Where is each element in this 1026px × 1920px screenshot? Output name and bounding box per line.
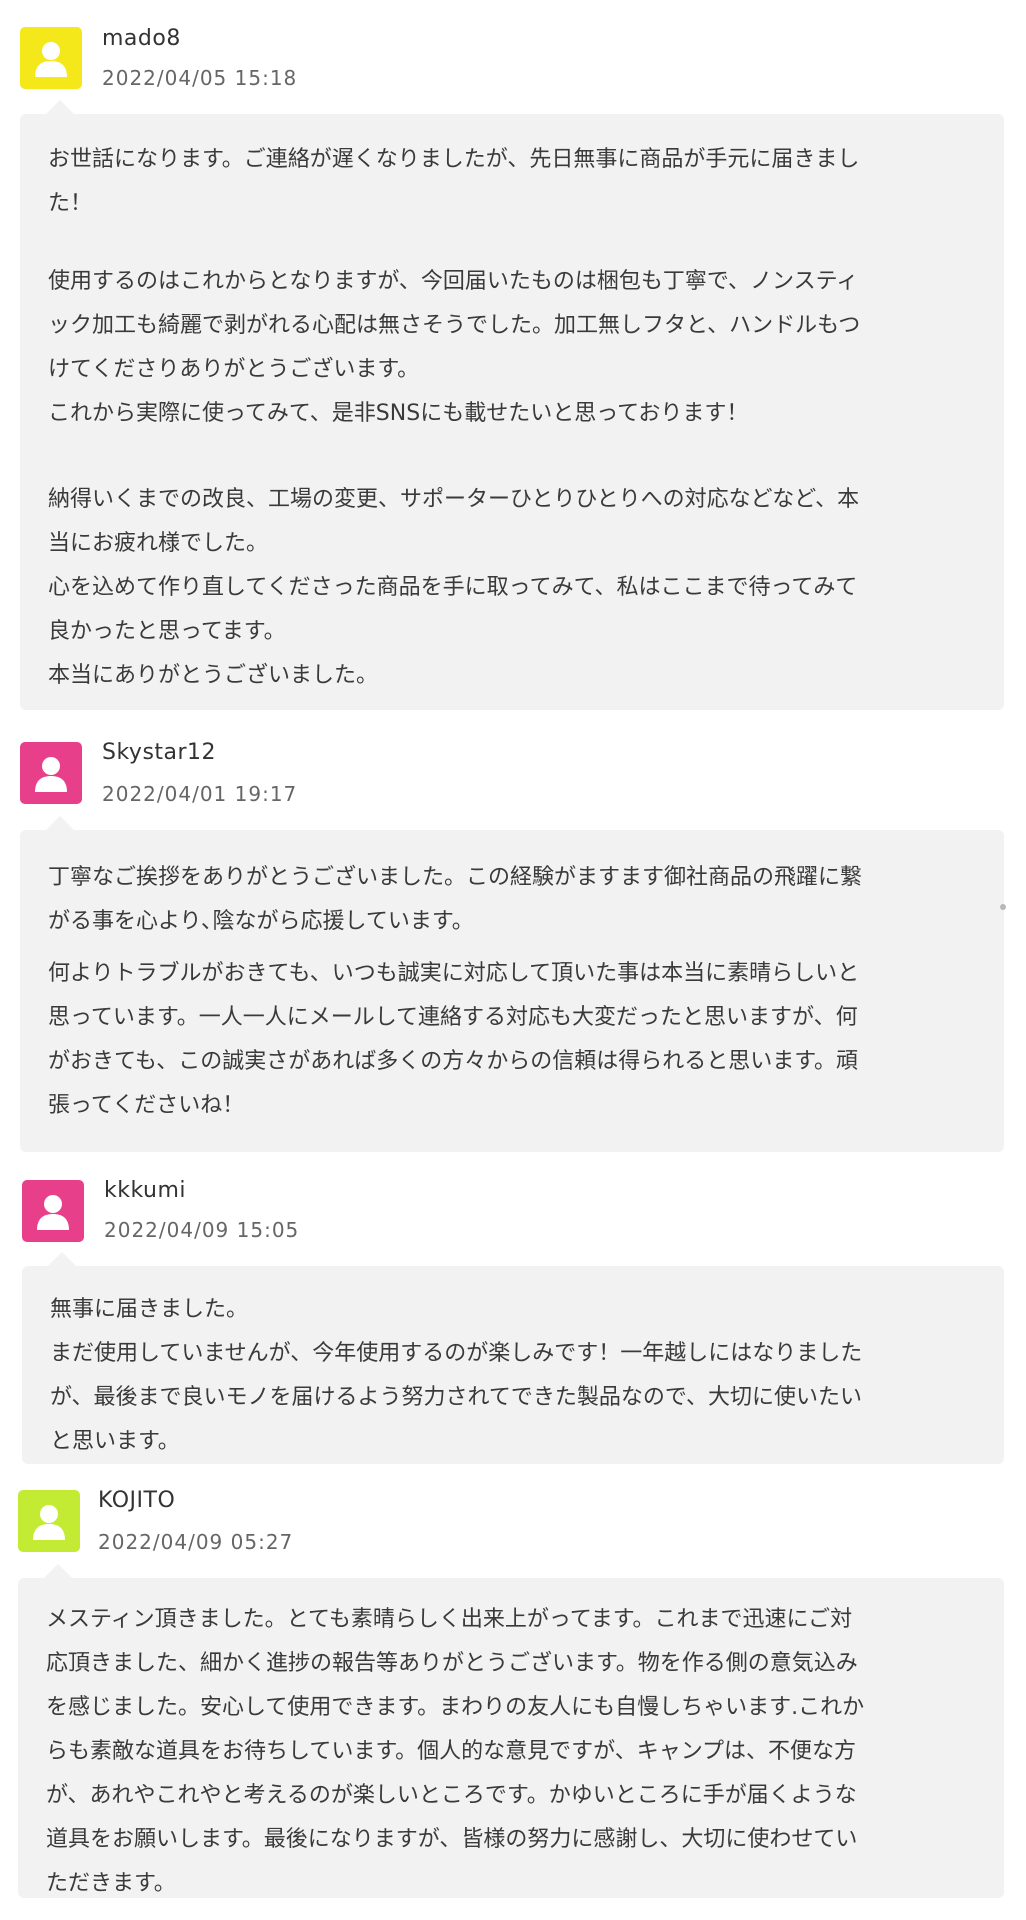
user-silhouette-icon — [22, 1180, 84, 1242]
text-line: メスティン頂きました。とても素晴らしく出来上がってます。これまで迅速にご対 — [46, 1607, 853, 1632]
comment-paragraph: お世話になります。ご連絡が遅くなりましたが、先日無事に商品が手元に届きまし た！ — [48, 138, 859, 226]
comment-date: 2022/04/09 05:27 — [98, 1530, 294, 1554]
text-line: 使用するのはこれからとなりますが、今回届いたものは梱包も丁寧で、ノンスティ — [48, 269, 859, 294]
user-avatar-icon[interactable] — [20, 742, 82, 804]
user-silhouette-icon — [20, 742, 82, 804]
text-line: 丁寧なご挨拶をありがとうございました。この経験がますます御社商品の飛躍に繋 — [48, 865, 863, 890]
text-line: た！ — [48, 191, 93, 216]
text-line: がおきても、この誠実さがあれば多くの方々からの信頼は得られると思います。頑 — [48, 1049, 859, 1074]
text-line: 張ってくださいね！ — [48, 1093, 245, 1118]
text-line: 本当にありがとうございました。 — [48, 663, 379, 688]
comment-paragraph: 納得いくまでの改良、工場の変更、サポーターひとりひとりへの対応などなど、本 当に… — [48, 478, 859, 698]
text-line: が、あれやこれやと考えるのが楽しいところです。かゆいところに手が届くような — [46, 1783, 857, 1808]
text-line: けてくださりありがとうございます。 — [48, 357, 420, 382]
text-line: 応頂きました、細かく進捗の報告等ありがとうございます。物を作る側の意気込み — [46, 1651, 858, 1676]
text-line: これから実際に使ってみて、是非SNSにも載せたいと思っております！ — [48, 401, 749, 426]
comment-date: 2022/04/05 15:18 — [102, 66, 298, 90]
text-line: がる事を心より､陰ながら応援しています。 — [48, 909, 474, 934]
text-line: まだ使用していませんが、今年使用するのが楽しみです！一年越しにはなりました — [50, 1341, 863, 1366]
comment-author[interactable]: Skystar12 — [102, 740, 216, 765]
comment-date: 2022/04/09 15:05 — [104, 1218, 300, 1242]
text-line: 無事に届きました。 — [50, 1297, 249, 1322]
comment-author[interactable]: kkkumi — [104, 1178, 186, 1203]
comment-paragraph: 丁寧なご挨拶をありがとうございました。この経験がますます御社商品の飛躍に繋 がる… — [48, 856, 862, 944]
user-silhouette-icon — [20, 27, 82, 89]
text-line: 思っています。一人一人にメールして連絡する対応も大変だったと思いますが、何 — [48, 1005, 858, 1030]
comment-paragraph: 無事に届きました。 まだ使用していませんが、今年使用するのが楽しみです！一年越し… — [50, 1288, 862, 1464]
text-line: 良かったと思ってます。 — [48, 619, 286, 644]
user-avatar-icon[interactable] — [20, 27, 82, 89]
comment-author[interactable]: KOJITO — [98, 1488, 175, 1513]
comment-paragraph: 何よりトラブルがおきても、いつも誠実に対応して頂いた事は本当に素晴らしいと 思っ… — [48, 952, 859, 1128]
text-line: 当にお疲れ様でした。 — [48, 531, 269, 556]
text-line: 納得いくまでの改良、工場の変更、サポーターひとりひとりへの対応などなど、本 — [48, 487, 860, 512]
text-line: ック加工も綺麗で剥がれる心配は無さそうでした。加工無しフタと、ハンドルもつ — [48, 313, 861, 338]
comment-date: 2022/04/01 19:17 — [102, 782, 298, 806]
text-line: 道具をお願いします。最後になりますが、皆様の努力に感謝し、大切に使わせてい — [46, 1827, 858, 1852]
text-line: を感じました。安心して使用できます。まわりの友人にも自慢しちゃいます.これか — [46, 1695, 865, 1720]
user-silhouette-icon — [18, 1490, 80, 1552]
text-line: と思います。 — [50, 1429, 180, 1454]
comment-author[interactable]: mado8 — [102, 26, 181, 51]
text-line: ただきます。 — [46, 1871, 176, 1896]
user-avatar-icon[interactable] — [22, 1180, 84, 1242]
text-line: お世話になります。ご連絡が遅くなりましたが、先日無事に商品が手元に届きまし — [48, 147, 860, 172]
scrollbar-indicator[interactable] — [1000, 904, 1006, 910]
text-line: が、最後まで良いモノを届けるよう努力されてできた製品なので、大切に使いたい — [50, 1385, 863, 1410]
text-line: らも素敵な道具をお待ちしています。個人的な意見ですが、キャンプは、不便な方 — [46, 1739, 857, 1764]
text-line: 心を込めて作り直してくださった商品を手に取ってみて、私はここまで待ってみて — [48, 575, 858, 600]
user-avatar-icon[interactable] — [18, 1490, 80, 1552]
comment-paragraph: 使用するのはこれからとなりますが、今回届いたものは梱包も丁寧で、ノンスティ ック… — [48, 260, 860, 436]
comment-paragraph: メスティン頂きました。とても素晴らしく出来上がってます。これまで迅速にご対 応頂… — [46, 1598, 864, 1906]
text-line: 何よりトラブルがおきても、いつも誠実に対応して頂いた事は本当に素晴らしいと — [48, 961, 860, 986]
